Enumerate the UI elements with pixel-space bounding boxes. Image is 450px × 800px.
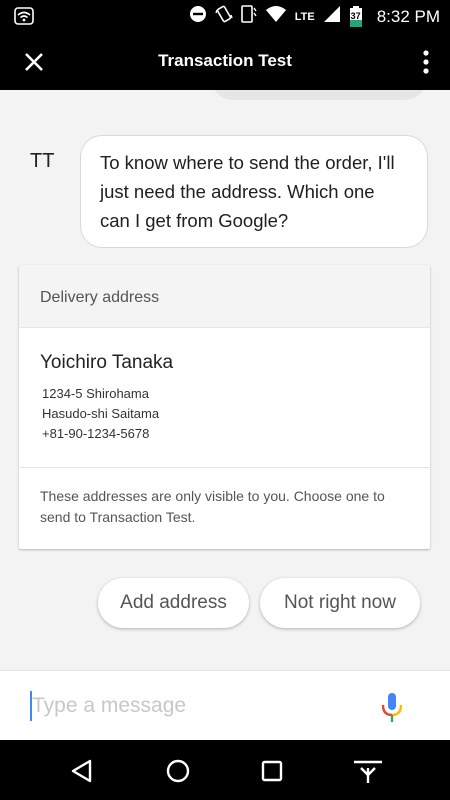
bot-message-bubble: To know where to send the order, I'll ju…	[80, 135, 428, 248]
address-option[interactable]: Yoichiro Tanaka 1234-5 Shirohama Hasudo-…	[19, 328, 430, 468]
app-screen: LTE 37 8:32 PM Transaction Test TT To kn…	[0, 0, 450, 800]
address-line: 1234-5 Shirohama	[42, 386, 149, 401]
battery-icon: 37	[349, 5, 363, 28]
previous-user-bubble	[210, 90, 428, 100]
nfc-icon	[240, 5, 257, 28]
recents-square-icon[interactable]	[258, 757, 286, 785]
card-header: Delivery address	[19, 265, 430, 328]
message-input[interactable]	[32, 689, 352, 723]
not-right-now-chip[interactable]: Not right now	[260, 578, 420, 628]
address-line: +81-90-1234-5678	[42, 426, 150, 441]
mic-icon[interactable]	[380, 691, 404, 723]
add-address-chip[interactable]: Add address	[98, 578, 249, 628]
lte-label: LTE	[294, 10, 315, 23]
back-triangle-icon[interactable]	[68, 757, 96, 785]
message-input-bar	[0, 670, 450, 740]
status-time: 8:32 PM	[376, 6, 440, 26]
vibrate-icon	[215, 5, 233, 28]
address-name: Yoichiro Tanaka	[40, 352, 174, 373]
wifi-small-icon	[14, 7, 34, 30]
home-circle-icon[interactable]	[164, 757, 192, 785]
cell-signal-icon	[323, 5, 341, 28]
delivery-address-card: Delivery address Yoichiro Tanaka 1234-5 …	[19, 265, 430, 549]
conversation-area[interactable]: TT To know where to send the order, I'll…	[0, 90, 450, 670]
card-footer-note: These addresses are only visible to you.…	[40, 488, 385, 525]
bot-avatar: TT	[30, 150, 55, 172]
system-nav-bar	[0, 740, 450, 800]
address-line: Hasudo-shi Saitama	[42, 406, 160, 421]
battery-level: 37	[350, 10, 361, 21]
more-vert-icon[interactable]	[420, 48, 432, 76]
status-bar: LTE 37 8:32 PM	[0, 0, 450, 32]
app-bar: Transaction Test	[0, 32, 450, 90]
keyboard-hide-icon[interactable]	[352, 757, 384, 785]
do-not-disturb-icon	[189, 5, 207, 28]
wifi-signal-icon	[265, 5, 287, 28]
page-title: Transaction Test	[158, 51, 292, 70]
